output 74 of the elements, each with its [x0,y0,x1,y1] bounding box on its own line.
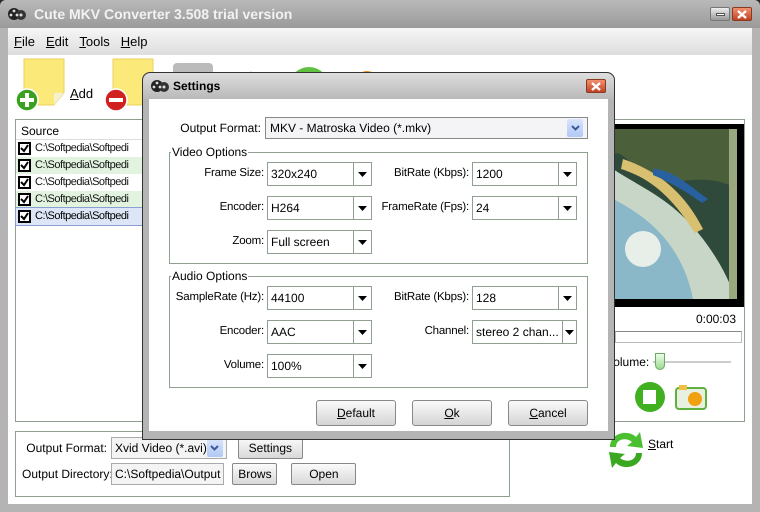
format-dropdown[interactable]: Xvid Video (*.avi) [111,437,227,459]
caret-icon [358,330,367,334]
checkbox[interactable] [18,176,31,189]
directory-field[interactable]: C:\Softpedia\Output [111,463,224,485]
caret-icon [563,172,572,176]
dropdown[interactable]: 320x240 [267,162,372,186]
time-label: 0:00:03 [694,311,737,328]
button[interactable]: Cancel [508,400,588,426]
checkbox[interactable] [18,142,31,155]
group-title: Video Options [171,145,248,159]
dropdown[interactable]: H264 [267,196,372,220]
menu-item[interactable]: Help [120,32,148,52]
caret-icon [563,206,572,210]
field-label: Encoder: [218,200,264,216]
checkbox[interactable] [18,210,31,223]
checkbox[interactable] [18,193,31,206]
close-icon [591,82,601,90]
dropdown[interactable]: 128 [472,286,577,310]
file-path[interactable]: C:\Softpedia\Softpedi [35,174,128,191]
caret-icon [358,240,367,244]
caret-icon [358,296,367,300]
app-icon [151,79,169,93]
field-label: BitRate (Kbps): [393,166,469,182]
caret-icon [563,296,572,300]
button[interactable]: Brows [232,463,278,485]
field-label: FrameRate (Fps): [380,200,469,216]
dropdown[interactable]: stereo 2 chan... [472,320,577,344]
field-label: Volume: [222,358,264,374]
close-button[interactable] [732,7,752,21]
file-path[interactable]: C:\Softpedia\Softpedi [35,208,128,225]
app-icon [8,7,26,21]
dropdown[interactable]: AAC [267,320,372,344]
window-title: Cute MKV Converter 3.508 trial version [34,4,292,24]
field-label: Channel: [424,324,469,340]
field-label: SampleRate (Hz): [174,290,264,306]
field-label: Encoder: [218,324,264,340]
menu-item[interactable]: Tools [78,32,111,52]
button[interactable]: Open [291,463,356,485]
dropdown[interactable]: 44100 [267,286,372,310]
button[interactable]: Ok [412,400,492,426]
caret-icon [564,330,574,334]
field-label: Output Format: [179,120,261,137]
menu-item[interactable]: Edit [44,32,70,52]
start-button[interactable]: Start [604,427,674,473]
file-path[interactable]: C:\Softpedia\Softpedi [35,191,128,208]
dropdown[interactable]: 100% [267,354,372,378]
volume-slider[interactable] [653,353,732,371]
file-path[interactable]: C:\Softpedia\Softpedi [35,140,128,157]
group-title: Audio Options [171,269,248,283]
checkbox[interactable] [18,159,31,172]
dropdown[interactable]: Full screen [267,230,372,254]
file-path[interactable]: C:\Softpedia\Softpedi [35,157,128,174]
slider-thumb[interactable] [655,353,666,370]
field-label: BitRate (Kbps): [393,290,469,306]
caret-icon [358,364,367,368]
chevron-icon [567,119,583,137]
format-dropdown[interactable]: MKV - Matroska Video (*.mkv) [264,117,588,139]
dialog-title: Settings [173,78,220,95]
camera-icon[interactable] [675,384,708,410]
stop-icon[interactable] [633,381,668,413]
toolbar-button[interactable]: Add [14,55,94,115]
dropdown[interactable]: 24 [472,196,577,220]
close-icon [737,10,747,18]
field-label: Frame Size: [203,166,264,182]
field-label: Zoom: [231,234,264,250]
close-button[interactable] [586,79,606,93]
minimize-button[interactable] [710,7,730,21]
menu-item[interactable]: File [13,32,36,52]
chevron-icon [206,439,223,457]
caret-icon [358,206,367,210]
button[interactable]: Default [316,400,396,426]
field-label: Output Format: [25,440,107,457]
caret-icon [358,172,367,176]
dropdown[interactable]: 1200 [472,162,577,186]
